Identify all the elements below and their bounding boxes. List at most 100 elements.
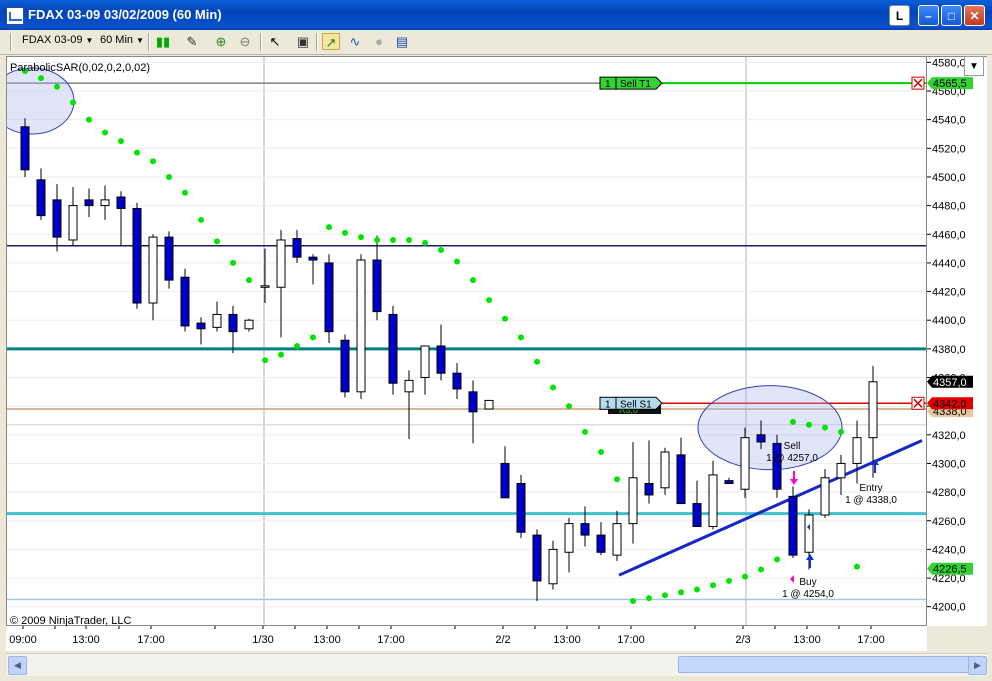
- interval-label: 60 Min: [100, 34, 134, 46]
- sar-dot: [102, 129, 108, 136]
- time-axis[interactable]: 09:00 13:00 17:00 1/30 13:00 17:00 2/2 13:00 17:…: [6, 626, 927, 651]
- chart-menu-dropdown[interactable]: ▼: [964, 56, 984, 76]
- buy-arrow-icon: [806, 554, 814, 568]
- bear-candle: [84, 199, 94, 207]
- sar-dot: [758, 566, 764, 573]
- buy-annotation-value: 1 @ 4254,0: [782, 589, 834, 600]
- close-button[interactable]: ✕: [964, 5, 985, 26]
- time-axis-canvas: 09:00 13:00 17:00 1/30 13:00 17:00 2/2 13:00 17:…: [9, 626, 885, 646]
- sar-dot: [678, 589, 684, 596]
- stop-price-flag: 4342,0: [933, 398, 967, 410]
- price-tick-label: 4200,0: [932, 602, 966, 614]
- scroll-left-button[interactable]: ◀: [8, 656, 27, 675]
- bull-candle: [356, 259, 366, 393]
- bear-candle: [388, 313, 398, 384]
- target-price-flag: 4565,5: [933, 78, 967, 90]
- sar-dot: [454, 258, 460, 265]
- chevron-down-icon: ▼: [136, 36, 144, 45]
- sar-dot: [550, 384, 556, 391]
- bear-candle: [52, 199, 62, 238]
- target-cancel-icon[interactable]: [911, 76, 925, 90]
- sar-dot: [582, 428, 588, 435]
- indicator-label: ParabolicSAR(0,02,0,2,0,02): [10, 62, 151, 74]
- price-tick-label: 4400,0: [932, 315, 966, 327]
- sar-dot: [614, 476, 620, 483]
- sar-dot: [774, 556, 780, 563]
- bear-candle: [596, 534, 606, 553]
- minimize-button[interactable]: –: [918, 5, 939, 26]
- sar-dot: [438, 247, 444, 254]
- green-price-flag: 4226,5: [933, 564, 967, 576]
- chart-style-icon[interactable]: ▮▮: [154, 33, 172, 50]
- instrument-selector[interactable]: FDAX 03-09 ▼: [22, 34, 93, 46]
- market-replay-icon[interactable]: ●: [370, 33, 388, 50]
- sell-annotation-title: Sell: [784, 441, 801, 452]
- order-tag-label: Sell T1: [620, 79, 651, 90]
- scroll-thumb[interactable]: [678, 656, 973, 673]
- scroll-right-button[interactable]: ▶: [968, 656, 987, 675]
- time-tick-label: 2/2: [495, 634, 510, 646]
- bull-candle: [836, 462, 846, 479]
- buy-annotation-title: Buy: [799, 577, 816, 588]
- bear-candle: [724, 480, 734, 485]
- bear-candle: [164, 236, 174, 281]
- bull-candle: [212, 313, 222, 328]
- time-tick-label: 13:00: [793, 634, 821, 646]
- sar-dot: [118, 138, 124, 145]
- pointer-icon[interactable]: ↖: [266, 33, 284, 50]
- sar-dot: [662, 592, 668, 599]
- sar-dot: [598, 448, 604, 455]
- sell-annotation-value: 1 @ 4257,0: [766, 453, 818, 464]
- toolbar-separator: [148, 33, 150, 51]
- zoom-in-icon[interactable]: ⊕: [212, 33, 230, 50]
- bull-candle: [804, 514, 814, 553]
- bear-candle: [644, 483, 654, 496]
- bear-candle: [36, 179, 46, 217]
- sar-dot: [486, 297, 492, 304]
- strategies-icon[interactable]: ∿: [346, 33, 364, 50]
- last-price-flag: 4357,0: [933, 377, 967, 389]
- stop-cancel-icon[interactable]: [911, 396, 925, 410]
- price-tick-label: 4320,0: [932, 430, 966, 442]
- bear-candle: [788, 495, 798, 556]
- entry-annotation-title: Entry: [859, 483, 882, 494]
- price-tick-label: 4520,0: [932, 143, 966, 155]
- maximize-button[interactable]: □: [941, 5, 962, 26]
- bull-candle: [68, 205, 78, 241]
- chevron-right-icon: ▶: [974, 660, 981, 670]
- draw-tool-icon[interactable]: ✎: [183, 33, 201, 50]
- bull-candle: [708, 474, 718, 527]
- time-tick-label: 13:00: [313, 634, 341, 646]
- horizontal-scrollbar[interactable]: ◀ ▶: [6, 653, 988, 676]
- bear-candle: [692, 503, 702, 527]
- price-tick-label: 4380,0: [932, 344, 966, 356]
- bull-candle: [852, 437, 862, 464]
- time-tick-label: 17:00: [857, 634, 885, 646]
- sar-dot: [342, 229, 348, 236]
- bull-candle: [628, 477, 638, 525]
- sar-dot: [166, 173, 172, 180]
- interval-selector[interactable]: 60 Min ▼: [100, 34, 144, 46]
- bear-candle: [468, 391, 478, 413]
- price-chart[interactable]: 1 Sell T1 R3,0 1 Sell S1 Sell 1 @ 4257,0 Buy 1 @…: [6, 56, 927, 627]
- properties-icon[interactable]: ▤: [393, 33, 411, 50]
- bull-candle: [564, 523, 574, 553]
- price-tick-label: 4440,0: [932, 258, 966, 270]
- chart-trader-icon[interactable]: ↗: [322, 33, 340, 50]
- zoom-out-icon[interactable]: ⊖: [236, 33, 254, 50]
- bear-candle: [308, 256, 318, 261]
- sar-dot: [566, 403, 572, 410]
- link-button[interactable]: L: [889, 5, 910, 26]
- target-order-tag: 1 Sell T1: [599, 76, 663, 90]
- bull-candle: [660, 451, 670, 489]
- sar-dot: [406, 236, 412, 243]
- data-box-icon[interactable]: ▣: [294, 33, 312, 50]
- bear-candle: [132, 207, 142, 304]
- chevron-down-icon: ▼: [85, 36, 94, 45]
- sar-dot: [182, 189, 188, 196]
- price-axis[interactable]: 4580,0 4560,0 4540,0 4520,0 4500,0 4480,0 4460…: [927, 56, 987, 626]
- toolbar-separator: [260, 33, 262, 51]
- sar-dot: [390, 236, 396, 243]
- bear-candle: [292, 238, 302, 258]
- bear-candle: [228, 313, 238, 333]
